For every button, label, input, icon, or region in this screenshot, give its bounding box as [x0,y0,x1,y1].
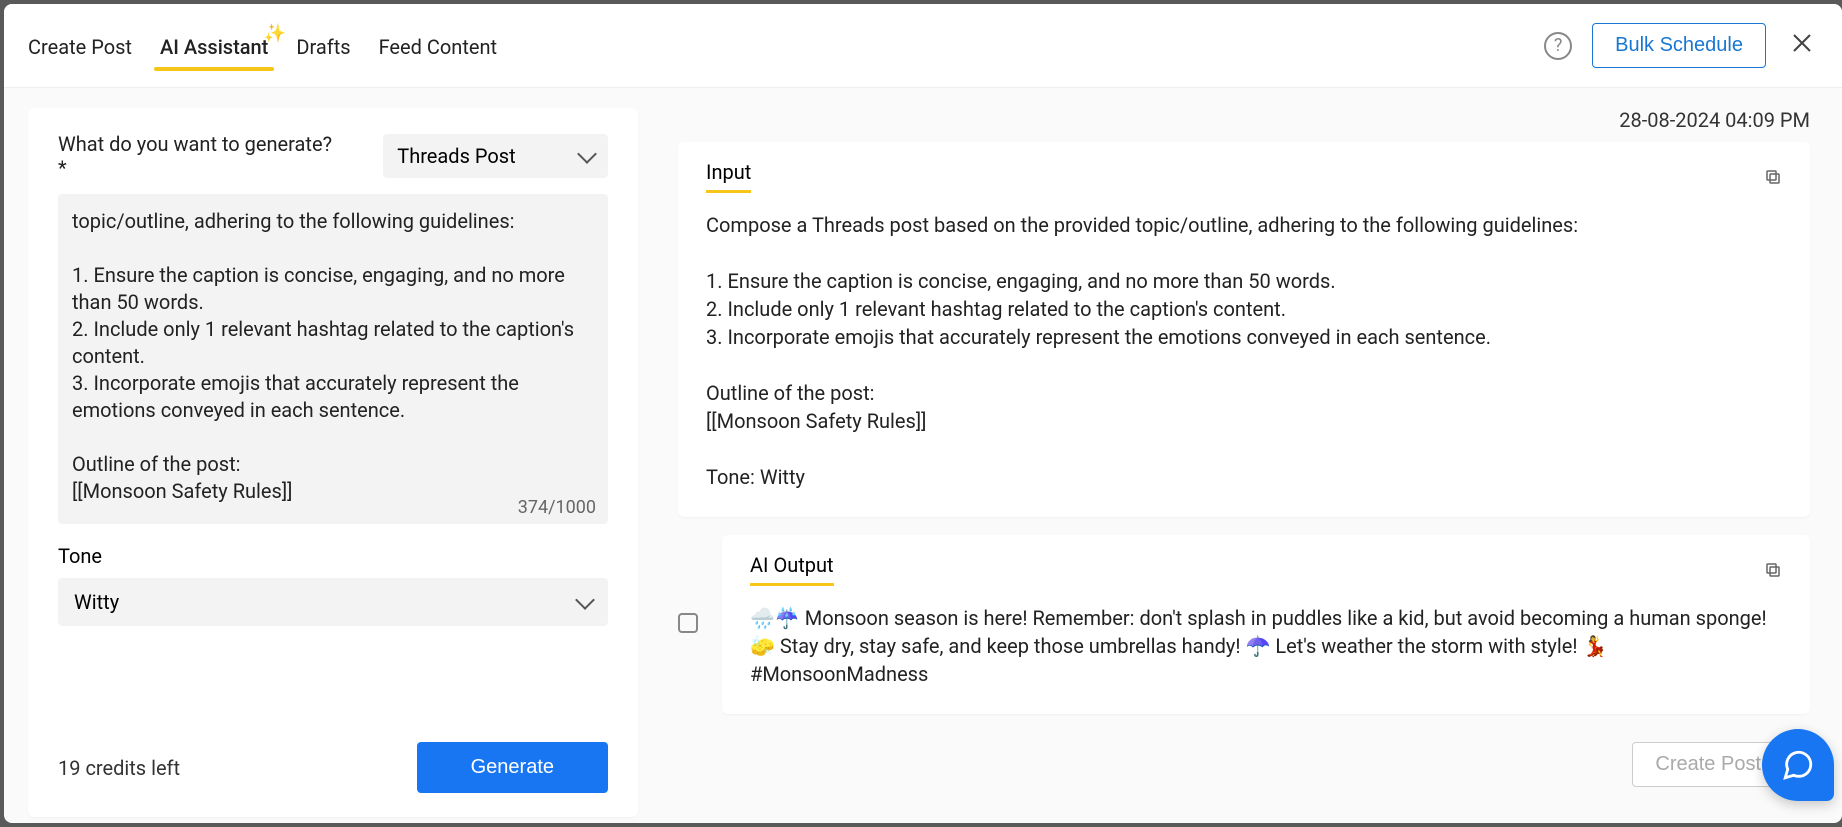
generation-timestamp: 28-08-2024 04:09 PM [678,108,1810,132]
tone-label: Tone [58,544,608,568]
output-card-title: AI Output [750,553,834,586]
output-card: AI Output 🌧️☔ Monsoon season is here! Re… [722,535,1810,714]
tab-create-post[interactable]: Create Post [28,9,132,83]
post-type-select[interactable]: Threads Post [383,134,608,178]
copy-icon[interactable] [1764,168,1782,186]
tab-feed-content[interactable]: Feed Content [379,9,498,83]
input-card-body: Compose a Threads post based on the prov… [706,211,1782,491]
generator-panel: What do you want to generate?* Threads P… [28,108,638,817]
chevron-down-icon [575,590,595,610]
chat-icon [1781,748,1815,782]
help-icon[interactable]: ? [1544,32,1572,60]
bulk-schedule-button[interactable]: Bulk Schedule [1592,23,1766,68]
tone-value: Witty [74,590,119,614]
header-actions: ? Bulk Schedule [1544,23,1818,68]
modal-body: What do you want to generate?* Threads P… [4,88,1842,823]
tab-drafts[interactable]: Drafts [296,9,350,83]
chevron-down-icon [577,144,597,164]
output-select-checkbox[interactable] [678,613,698,633]
modal-header: Create Post AI Assistant ✨ Drafts Feed C… [4,4,1842,88]
tab-label: AI Assistant [160,35,268,59]
tab-ai-assistant[interactable]: AI Assistant ✨ [160,9,268,83]
input-card-title: Input [706,160,751,193]
generate-button[interactable]: Generate [417,742,608,793]
generate-type-label: What do you want to generate?* [58,132,333,180]
copy-icon[interactable] [1764,561,1782,579]
prompt-textarea[interactable]: topic/outline, adhering to the following… [58,194,608,524]
credits-remaining: 19 credits left [58,756,180,780]
close-icon[interactable] [1786,25,1818,66]
post-type-value: Threads Post [397,144,515,168]
char-counter: 374/1000 [512,497,596,518]
output-card-body: 🌧️☔ Monsoon season is here! Remember: do… [750,604,1782,688]
tone-select[interactable]: Witty [58,578,608,626]
results-panel: 28-08-2024 04:09 PM Input Compose a Thre… [638,108,1836,817]
header-tabs: Create Post AI Assistant ✨ Drafts Feed C… [28,9,497,83]
compose-modal: Create Post AI Assistant ✨ Drafts Feed C… [4,4,1842,823]
sparkle-icon: ✨ [264,23,286,44]
input-card: Input Compose a Threads post based on th… [678,142,1810,517]
chat-fab[interactable] [1762,729,1834,801]
